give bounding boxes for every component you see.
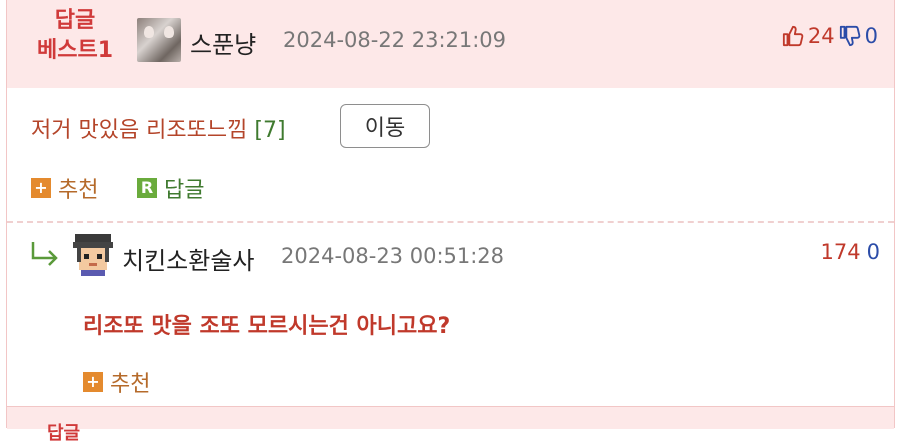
comment-text: 저거 맛있음 리조또느낌 [7]	[31, 112, 286, 144]
recommend-label: 추천	[58, 178, 99, 203]
avatar[interactable]	[137, 18, 181, 62]
reply-author-nickname[interactable]: 치킨소환술사	[122, 241, 254, 276]
thumbs-down-icon[interactable]	[839, 25, 861, 47]
like-count: 24	[807, 24, 835, 48]
best-reply-badge: 답글 베스트1	[25, 6, 125, 66]
avatar-ear	[144, 26, 154, 38]
recommend-button[interactable]: + 추천	[31, 172, 98, 204]
best-badge-line1: 답글	[54, 8, 96, 33]
reply-square-icon: R	[137, 178, 157, 198]
reply-dislike-count: 0	[866, 240, 880, 264]
reply-count[interactable]: [7]	[254, 118, 285, 143]
reply-vote-counts: 174 0	[821, 240, 880, 264]
move-button[interactable]: 이동	[340, 104, 430, 148]
vote-counts: 24 0	[782, 24, 878, 48]
avatar-icon[interactable]	[71, 232, 115, 276]
comment-datetime: 2024-08-22 23:21:09	[283, 28, 507, 52]
reply-button[interactable]: R 답글	[137, 172, 204, 204]
reply-recommend-label: 추천	[110, 372, 151, 397]
best-badge-line2: 베스트1	[36, 38, 114, 63]
reply-like-count: 174	[820, 240, 861, 264]
divider	[7, 221, 894, 223]
reply-recommend-button[interactable]: + 추천	[83, 366, 150, 398]
reply-body-text: 리조또 맛을 조또 모르시는건 아니고요?	[83, 314, 451, 339]
dislike-count: 0	[864, 24, 878, 48]
reply-datetime: 2024-08-23 00:51:28	[281, 244, 505, 268]
plus-square-icon: +	[31, 178, 51, 198]
plus-square-icon: +	[83, 372, 103, 392]
next-badge-peek: 답글	[47, 423, 81, 444]
avatar-ear	[164, 26, 174, 38]
author-nickname[interactable]: 스푼냥	[190, 25, 256, 60]
comment-body-text: 저거 맛있음 리조또느낌	[31, 118, 248, 143]
thumbs-up-icon[interactable]	[782, 25, 804, 47]
reply-arrow-icon	[31, 242, 58, 266]
reply-label: 답글	[164, 178, 205, 203]
best-comment-header: 답글 베스트1 스푼냥 2024-08-22 23:21:09 24 0	[7, 0, 894, 88]
comment-frame: 답글 베스트1 스푼냥 2024-08-22 23:21:09 24 0 저거 …	[6, 0, 895, 444]
next-best-comment-header: 답글	[7, 406, 894, 444]
